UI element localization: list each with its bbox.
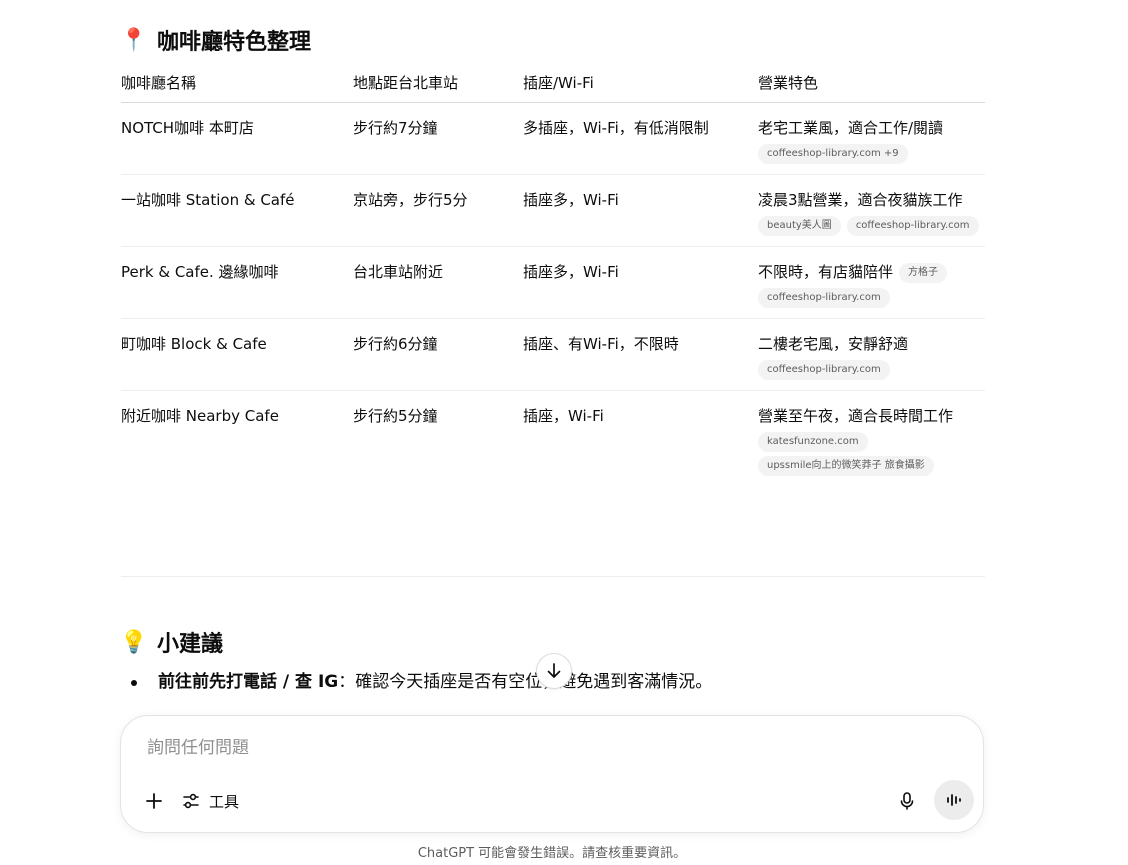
lightbulb-emoji-icon: 💡 xyxy=(120,629,148,655)
source-citations: katesfunzone.com upssmile向上的微笑莽子 旅食攝影 xyxy=(758,432,985,476)
source-citation-pill[interactable]: 方格子 xyxy=(899,262,948,283)
source-citation-pill[interactable]: katesfunzone.com xyxy=(758,432,868,452)
source-citation-pill[interactable]: coffeeshop-library.com +9 xyxy=(758,144,908,164)
feature-cell: 營業至午夜，適合長時間工作 katesfunzone.com upssmile向上的… xyxy=(758,391,985,487)
source-citations: beauty美人圖 coffeeshop-library.com xyxy=(758,216,985,236)
sliders-icon xyxy=(183,793,199,809)
feature-cell: 不限時，有店貓陪伴 方格子 coffeeshop-library.com xyxy=(758,246,985,319)
table-row: 町咖啡 Block & Cafe 步行約6分鐘 插座、有Wi-Fi，不限時 二樓老宅風… xyxy=(121,318,985,391)
feature-cell: 凌晨3點營業，適合夜貓族工作 beauty美人圖 coffeeshop-librar… xyxy=(758,174,985,247)
plus-icon xyxy=(146,793,162,809)
microphone-icon xyxy=(900,792,914,810)
section-heading-cafe-features: 📍 咖啡廳特色整理 xyxy=(120,24,312,56)
scroll-to-bottom-button[interactable] xyxy=(536,653,572,689)
wifi-cell: 插座多，Wi-Fi xyxy=(523,246,758,319)
tools-label: 工具 xyxy=(209,792,240,811)
cafe-name-cell: 一站咖啡 Station & Café xyxy=(121,174,353,247)
wifi-cell: 插座，Wi-Fi xyxy=(523,407,604,425)
distance-cell: 步行約6分鐘 xyxy=(353,318,523,391)
source-citation-pill[interactable]: coffeeshop-library.com xyxy=(846,216,979,236)
prompt-input[interactable] xyxy=(145,734,949,762)
wifi-cell: 多插座，Wi-Fi，有低消限制 xyxy=(523,102,758,175)
voice-waveform-icon xyxy=(947,794,961,806)
table-header-row: 咖啡廳名稱 地點距台北車站 插座/Wi-Fi 營業特色 xyxy=(121,62,985,103)
footer-disclaimer: ChatGPT 可能會發生錯誤。請查核重要資訊。 xyxy=(417,846,687,861)
source-citation-pill[interactable]: coffeeshop-library.com xyxy=(758,360,890,380)
distance-cell: 台北車站附近 xyxy=(353,246,523,319)
dictate-button[interactable] xyxy=(894,788,920,814)
distance-cell: 步行約5分鐘 xyxy=(353,407,438,425)
tip-text: ：確認今天插座是否有空位，避免遇到客滿情況。 xyxy=(338,672,713,692)
add-attachment-button[interactable] xyxy=(141,788,167,814)
feature-text: 不限時，有店貓陪伴 xyxy=(758,263,894,281)
cafe-table-body: NOTCH咖啡 本町店 步行約7分鐘 多插座，Wi-Fi，有低消限制 老宅工業風，適合… xyxy=(121,102,985,487)
feature-text: 老宅工業風，適合工作/閱讀 xyxy=(758,119,944,137)
tools-button[interactable]: 工具 xyxy=(181,788,239,814)
voice-mode-button[interactable] xyxy=(934,780,974,820)
distance-cell: 京站旁，步行5分 xyxy=(353,174,523,247)
feature-text: 凌晨3點營業，適合夜貓族工作 xyxy=(758,191,963,209)
wifi-cell: 插座多，Wi-Fi xyxy=(523,174,758,247)
section-title: 咖啡廳特色整理 xyxy=(157,30,312,55)
table-row: NOTCH咖啡 本町店 步行約7分鐘 多插座，Wi-Fi，有低消限制 老宅工業風，適合… xyxy=(121,102,985,175)
cafe-table: 咖啡廳名稱 地點距台北車站 插座/Wi-Fi 營業特色 NOTCH咖啡 本町店步… xyxy=(121,62,985,486)
column-header-wifi: 插座/Wi-Fi xyxy=(523,62,758,103)
feature-text: 二樓老宅風，安靜舒適 xyxy=(758,335,909,353)
feature-text: 營業至午夜，適合長時間工作 xyxy=(758,407,954,425)
cafe-name-cell: 町咖啡 Block & Cafe xyxy=(121,318,353,391)
feature-cell: 二樓老宅風，安靜舒適 coffeeshop-library.com xyxy=(758,318,985,391)
table-row: 一站咖啡 Station & Café 京站旁，步行5分 插座多，Wi-Fi 凌晨3點… xyxy=(121,174,985,247)
section-heading-tips: 💡 小建議 xyxy=(120,626,224,658)
arrow-down-icon xyxy=(547,663,561,678)
source-citation-pill[interactable]: beauty美人圖 xyxy=(758,216,841,236)
distance-cell: 步行約7分鐘 xyxy=(353,102,523,175)
cafe-name-cell: Perk & Cafe. 邊緣咖啡 xyxy=(121,246,353,319)
feature-cell: 老宅工業風，適合工作/閱讀 coffeeshop-library.com +9 xyxy=(758,102,985,175)
source-citation-pill[interactable]: coffeeshop-library.com xyxy=(758,288,890,308)
wifi-cell: 插座、有Wi-Fi，不限時 xyxy=(523,318,758,391)
cafe-name-cell: 附近咖啡 Nearby Cafe xyxy=(121,407,279,425)
source-citations: coffeeshop-library.com +9 xyxy=(758,144,985,164)
column-header-distance: 地點距台北車站 xyxy=(353,62,523,103)
source-citations: coffeeshop-library.com xyxy=(758,360,985,380)
source-citation-pill[interactable]: upssmile向上的微笑莽子 旅食攝影 xyxy=(758,456,934,476)
table-row: Perk & Cafe. 邊緣咖啡 台北車站附近 插座多，Wi-Fi 不限時，有店貓陪… xyxy=(121,246,985,319)
column-header-name: 咖啡廳名稱 xyxy=(121,62,353,103)
column-header-feature: 營業特色 xyxy=(758,62,985,103)
pin-emoji-icon: 📍 xyxy=(120,27,148,53)
message-composer: 工具 xyxy=(120,715,984,833)
tip-bold-text: 前往前先打電話 / 查 IG xyxy=(158,672,339,692)
section-title: 小建議 xyxy=(157,632,224,657)
source-citations: coffeeshop-library.com xyxy=(758,288,985,308)
cafe-name-cell: NOTCH咖啡 本町店 xyxy=(121,102,353,175)
table-row: 附近咖啡 Nearby Cafe 步行約5分鐘 插座，Wi-Fi 營業至午夜，適合長時… xyxy=(121,391,985,487)
section-divider xyxy=(121,576,985,577)
